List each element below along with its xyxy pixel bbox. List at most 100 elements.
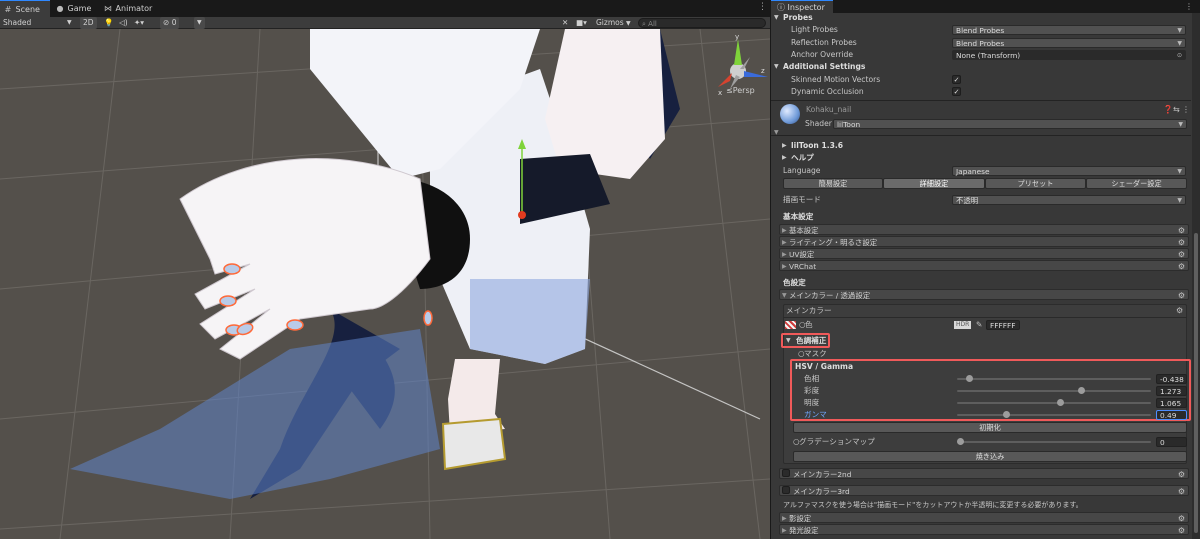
tab-animator[interactable]: ⋈ Animator bbox=[100, 0, 160, 17]
hsv-value-field[interactable]: 1.273 bbox=[1156, 386, 1187, 396]
section-divider bbox=[771, 135, 1191, 136]
inspector-scrollbar[interactable] bbox=[1192, 13, 1200, 539]
shading-mode-dropdown[interactable]: Shaded ▼ bbox=[3, 17, 73, 29]
foldout-main-color[interactable]: ▼ メインカラー / 透過設定 ⚙ bbox=[779, 289, 1189, 300]
hsv-slider-knob[interactable] bbox=[965, 375, 973, 382]
hsv-value-field[interactable]: -0.438 bbox=[1156, 374, 1187, 384]
audio-toggle-icon[interactable]: ◁) bbox=[119, 17, 128, 29]
main-color-box-header: メインカラー ⚙ bbox=[786, 305, 1184, 317]
gear-icon[interactable]: ⚙ bbox=[1178, 525, 1185, 536]
svg-text:z: z bbox=[761, 67, 765, 75]
main-color-3rd-checkbox[interactable] bbox=[782, 486, 790, 494]
gear-icon[interactable]: ⚙ bbox=[1178, 237, 1185, 248]
gear-icon[interactable]: ⚙ bbox=[1178, 290, 1185, 301]
gear-icon[interactable]: ⚙ bbox=[1178, 486, 1185, 497]
hidden-objects-toggle[interactable]: ⊘ 0 bbox=[160, 17, 180, 29]
gear-icon[interactable]: ⚙ bbox=[1178, 513, 1185, 524]
inspector-scrollbar-thumb[interactable] bbox=[1194, 233, 1198, 533]
camera-icon[interactable]: ■▾ bbox=[576, 17, 587, 29]
help-icon[interactable]: ❓ bbox=[1163, 104, 1173, 116]
foldout-open-icon: ▼ bbox=[774, 129, 779, 136]
additional-settings-header[interactable]: ▼ Additional Settings bbox=[771, 61, 1190, 73]
foldout-lighting-settings[interactable]: ▶ ライティング・明るさ設定 ⚙ bbox=[779, 236, 1189, 247]
chevron-down-icon: ▼ bbox=[1177, 168, 1182, 175]
gear-icon[interactable]: ⚙ bbox=[1178, 225, 1185, 236]
gizmos-dropdown[interactable]: Gizmos ▼ bbox=[596, 17, 631, 29]
hsv-slider-knob[interactable] bbox=[1002, 411, 1010, 418]
chevron-down-icon: ▼ bbox=[67, 19, 72, 26]
scene-search-input[interactable]: ⌕ All bbox=[638, 18, 766, 28]
skinned-motion-vectors-checkbox[interactable]: ✓ bbox=[952, 75, 961, 84]
foldout-closed-icon: ▶ bbox=[782, 527, 787, 534]
reflection-probes-dropdown[interactable]: Blend Probes ▼ bbox=[952, 38, 1186, 48]
foldout-closed-icon: ▶ bbox=[782, 251, 787, 258]
hsv-slider-track[interactable] bbox=[957, 378, 1151, 380]
foldout-uv-settings[interactable]: ▶ UV設定 ⚙ bbox=[779, 248, 1189, 259]
mode-tab-simple[interactable]: 簡易設定 bbox=[783, 178, 883, 189]
mode-tab-preset[interactable]: プリセット bbox=[985, 178, 1086, 189]
more-options-icon[interactable]: ⋮ bbox=[1185, 2, 1193, 11]
gradation-map-slider-knob[interactable] bbox=[957, 438, 964, 445]
foldout-open-icon: ▼ bbox=[782, 292, 787, 299]
hsv-slider-track[interactable] bbox=[957, 414, 1151, 416]
reset-button[interactable]: 初期化 bbox=[793, 422, 1187, 433]
hsv-slider-knob[interactable] bbox=[1078, 387, 1086, 394]
gear-icon[interactable]: ⚙ bbox=[1178, 261, 1185, 272]
dynamic-occlusion-checkbox[interactable]: ✓ bbox=[952, 87, 961, 96]
bake-button[interactable]: 焼き込み bbox=[793, 451, 1187, 462]
lighting-toggle-icon[interactable]: 💡 bbox=[104, 17, 113, 29]
gradation-map-value-field[interactable]: 0 bbox=[1156, 437, 1187, 447]
2d-toggle-button[interactable]: 2D bbox=[80, 17, 97, 29]
language-dropdown[interactable]: Japanese ▼ bbox=[952, 166, 1186, 176]
foldout-main-color-2nd[interactable]: メインカラー2nd ⚙ bbox=[779, 468, 1189, 479]
gear-icon[interactable]: ⚙ bbox=[1176, 305, 1183, 317]
light-probes-dropdown[interactable]: Blend Probes ▼ bbox=[952, 25, 1186, 35]
hsv-slider-knob[interactable] bbox=[1056, 399, 1064, 406]
hsv-slider-track[interactable] bbox=[957, 390, 1151, 392]
mode-tab-advanced[interactable]: 詳細設定 bbox=[883, 178, 985, 189]
foldout-vrchat[interactable]: ▶ VRChat ⚙ bbox=[779, 260, 1189, 271]
foldout-open-icon: ▼ bbox=[774, 63, 779, 70]
scene-viewport[interactable]: y x z ≤Persp bbox=[0, 29, 770, 539]
more-options-icon[interactable]: ⋮ bbox=[758, 2, 767, 12]
more-options-icon[interactable]: ⋮ bbox=[1182, 104, 1190, 116]
object-picker-icon[interactable]: ⊙ bbox=[1177, 51, 1182, 61]
foldout-shadow-settings[interactable]: ▶ 影設定 ⚙ bbox=[779, 512, 1189, 523]
help-foldout-row[interactable]: ▶ ヘルプ bbox=[771, 152, 1190, 164]
color-correction-foldout[interactable]: ▼ 色調補正 bbox=[771, 335, 1190, 347]
tab-game[interactable]: ● Game bbox=[52, 0, 97, 17]
color-hex-field[interactable]: FFFFFF bbox=[986, 320, 1020, 330]
mode-tab-shader-settings[interactable]: シェーダー設定 bbox=[1086, 178, 1187, 189]
hsv-value-field[interactable]: 1.065 bbox=[1156, 398, 1187, 408]
scene-render: y x z bbox=[0, 29, 770, 539]
effects-toggle-icon[interactable]: ✦▾ bbox=[134, 17, 144, 29]
eyedropper-icon[interactable]: ✎ bbox=[976, 319, 982, 331]
animator-icon: ⋈ bbox=[104, 4, 112, 13]
gradation-map-slider-track[interactable] bbox=[957, 441, 1151, 443]
foldout-main-color-3rd[interactable]: メインカラー3rd ⚙ bbox=[779, 485, 1189, 496]
scene-toolbar: Shaded ▼ 2D 💡 ◁) ✦▾ ⊘ 0 ▼ ✕ ■▾ Gizmos ▼ … bbox=[0, 17, 770, 29]
tab-scene[interactable]: # Scene bbox=[0, 0, 50, 17]
probes-header[interactable]: ▼ Probes bbox=[771, 12, 1190, 24]
foldout-emission-settings[interactable]: ▶ 発光設定 ⚙ bbox=[779, 524, 1189, 535]
scene-tab-strip: # Scene ● Game ⋈ Animator ⋮ bbox=[0, 0, 770, 17]
liltoon-version-row[interactable]: ▶ lilToon 1.3.6 bbox=[771, 140, 1190, 152]
hsv-row: 色相 -0.438 bbox=[771, 373, 1190, 385]
foldout-basic-settings[interactable]: ▶ 基本設定 ⚙ bbox=[779, 224, 1189, 235]
projection-label[interactable]: ≤Persp bbox=[726, 86, 755, 95]
render-mode-dropdown[interactable]: 不透明 ▼ bbox=[952, 195, 1186, 205]
hsv-value-field[interactable]: 0.49 bbox=[1156, 410, 1187, 420]
texture-slot-icon[interactable] bbox=[785, 321, 796, 329]
color-settings-header: 色設定 bbox=[783, 278, 806, 287]
hsv-slider-track[interactable] bbox=[957, 402, 1151, 404]
preset-icon[interactable]: ⇆ bbox=[1173, 104, 1180, 116]
chevron-down-icon: ▼ bbox=[1177, 40, 1182, 47]
gradation-map-row: ○ グラデーションマップ 0 bbox=[771, 436, 1190, 448]
tools-icon[interactable]: ✕ bbox=[562, 17, 568, 29]
main-color-2nd-checkbox[interactable] bbox=[782, 469, 790, 477]
gear-icon[interactable]: ⚙ bbox=[1178, 249, 1185, 260]
gamepad-icon: ● bbox=[56, 4, 64, 13]
gear-icon[interactable]: ⚙ bbox=[1178, 469, 1185, 480]
grid-dropdown[interactable]: ▼ bbox=[194, 17, 205, 29]
anchor-override-field[interactable]: None (Transform) ⊙ bbox=[952, 50, 1186, 60]
